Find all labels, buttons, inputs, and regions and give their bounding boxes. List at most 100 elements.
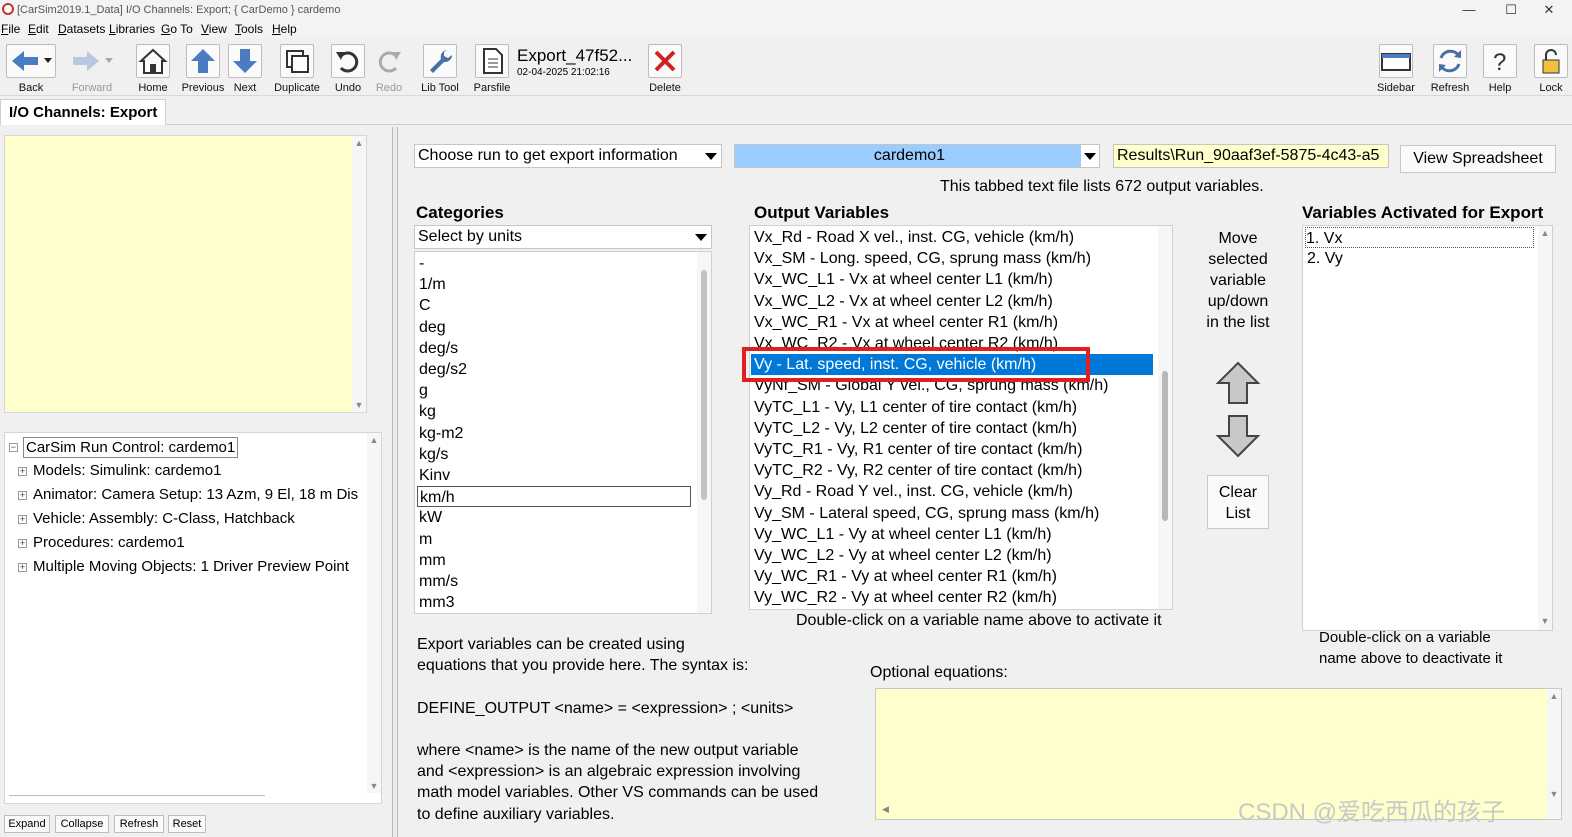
output-variable-item[interactable]: Vy_WC_L2 - Vy at wheel center L2 (km/h) <box>754 545 1052 566</box>
collapse-button[interactable]: Collapse <box>55 815 109 833</box>
notes-area[interactable]: ▲ ▼ <box>4 135 367 413</box>
scroll-up-icon[interactable]: ▲ <box>352 136 366 150</box>
category-item[interactable]: kg <box>419 401 436 422</box>
output-variable-item[interactable]: Vy_WC_R2 - Vy at wheel center R2 (km/h) <box>754 587 1057 608</box>
expand-button[interactable]: Expand <box>4 815 50 833</box>
category-item[interactable]: - <box>419 253 424 274</box>
category-item[interactable]: 1/m <box>419 274 446 295</box>
scroll-down-icon[interactable]: ▼ <box>367 779 381 793</box>
menu-goto[interactable]: Go To <box>161 22 193 36</box>
tree-hscrollbar[interactable] <box>9 795 265 801</box>
activated-scrollbar[interactable]: ▲ ▼ <box>1538 226 1552 630</box>
category-item[interactable]: deg/s <box>419 338 458 359</box>
delete-button[interactable]: Delete <box>645 42 685 94</box>
tree-item-vehicle[interactable]: Vehicle: Assembly: C-Class, Hatchback <box>33 510 295 527</box>
close-window-button[interactable]: ✕ <box>1526 0 1572 21</box>
run-dropdown-button[interactable] <box>1081 145 1099 167</box>
category-item[interactable]: mm3 <box>419 592 455 613</box>
refresh-button[interactable]: Refresh <box>1428 42 1472 94</box>
next-button[interactable]: Next <box>227 42 263 94</box>
notes-scrollbar[interactable]: ▲ ▼ <box>352 136 366 412</box>
category-item[interactable]: mm <box>419 550 446 571</box>
clear-list-button[interactable]: Clear List <box>1207 475 1269 529</box>
menu-libraries[interactable]: Libraries <box>109 22 155 36</box>
category-item[interactable]: deg <box>419 317 446 338</box>
results-path-field[interactable]: Results\Run_90aaf3ef-5875-4c43-a5 <box>1113 144 1389 168</box>
category-item[interactable]: mm/s <box>419 571 458 592</box>
output-variable-item[interactable]: Vx_WC_L2 - Vx at wheel center L2 (km/h) <box>754 291 1053 312</box>
menu-help[interactable]: Help <box>272 22 297 36</box>
scroll-thumb[interactable] <box>1162 371 1168 521</box>
output-variable-item[interactable]: Vy_SM - Lateral speed, CG, sprung mass (… <box>754 503 1099 524</box>
menu-edit[interactable]: Edit <box>28 22 49 36</box>
view-spreadsheet-button[interactable]: View Spreadsheet <box>1400 145 1556 173</box>
run-choice-dropdown[interactable]: Choose run to get export information <box>414 144 722 168</box>
equations-scrollbar[interactable]: ▲ ▼ <box>1547 689 1561 819</box>
output-variable-item[interactable]: VyTC_R2 - Vy, R2 center of tire contact … <box>754 460 1082 481</box>
category-item[interactable]: kW <box>419 507 442 528</box>
expand-icon[interactable]: + <box>18 563 27 572</box>
scroll-up-icon[interactable]: ▲ <box>367 433 381 447</box>
category-item[interactable]: C <box>419 295 431 316</box>
output-variable-item[interactable]: Vx_WC_R1 - Vx at wheel center R1 (km/h) <box>754 312 1058 333</box>
output-variable-item[interactable]: Vx_Rd - Road X vel., inst. CG, vehicle (… <box>754 227 1074 248</box>
tree-item-procedures[interactable]: Procedures: cardemo1 <box>33 534 185 551</box>
category-item[interactable]: Kinv <box>419 465 450 486</box>
scroll-down-icon[interactable]: ▼ <box>1547 787 1561 801</box>
scroll-down-icon[interactable]: ▼ <box>352 398 366 412</box>
category-item[interactable]: km/h <box>417 486 691 508</box>
output-variable-item[interactable]: VyTC_L1 - Vy, L1 center of tire contact … <box>754 397 1077 418</box>
menu-file[interactable]: File <box>1 22 20 36</box>
output-variable-item[interactable]: Vy_WC_L1 - Vy at wheel center L1 (km/h) <box>754 524 1052 545</box>
previous-button[interactable]: Previous <box>181 42 225 94</box>
sidebar-button[interactable]: Sidebar <box>1374 42 1418 94</box>
output-variable-item[interactable]: VyTC_R1 - Vy, R1 center of tire contact … <box>754 439 1082 460</box>
category-item[interactable]: m <box>419 529 432 550</box>
select-by-units-dropdown[interactable]: Select by units <box>414 225 712 249</box>
home-button[interactable]: Home <box>132 42 174 94</box>
scroll-up-icon[interactable]: ▲ <box>1547 689 1561 703</box>
categories-scrollbar[interactable] <box>697 252 711 613</box>
run-dropdown[interactable]: cardemo1 <box>734 144 1100 168</box>
parsfile-button[interactable]: Parsfile <box>472 42 512 94</box>
tree-root[interactable]: CarSim Run Control: cardemo1 <box>23 437 239 458</box>
output-variable-item[interactable]: Vy_WC_R1 - Vy at wheel center R1 (km/h) <box>754 566 1057 587</box>
move-down-arrow-icon[interactable] <box>1215 413 1261 459</box>
category-item[interactable]: deg/s2 <box>419 359 467 380</box>
libtool-button[interactable]: Lib Tool <box>418 42 462 94</box>
panel-splitter[interactable] <box>392 127 398 837</box>
menu-datasets[interactable]: Datasets <box>58 22 105 36</box>
tree-scrollbar[interactable]: ▲ ▼ <box>367 433 381 793</box>
tree-item-models[interactable]: Models: Simulink: cardemo1 <box>33 462 221 479</box>
lock-button[interactable]: Lock <box>1532 42 1570 94</box>
activated-item[interactable]: 1. Vx <box>1305 227 1534 248</box>
expand-icon[interactable]: + <box>18 539 27 548</box>
undo-button[interactable]: Undo <box>330 42 366 94</box>
category-item[interactable]: kg-m2 <box>419 423 463 444</box>
activated-item[interactable]: 2. Vy <box>1307 248 1343 269</box>
category-item[interactable]: kg/s <box>419 444 448 465</box>
help-button[interactable]: ? Help <box>1480 42 1520 94</box>
expand-icon[interactable]: + <box>18 491 27 500</box>
scroll-thumb[interactable] <box>701 270 707 500</box>
tree-item-animator[interactable]: Animator: Camera Setup: 13 Azm, 9 El, 18… <box>33 486 367 503</box>
duplicate-button[interactable]: Duplicate <box>272 42 322 94</box>
back-button[interactable]: Back <box>4 42 58 94</box>
expand-icon[interactable]: + <box>18 467 27 476</box>
scroll-up-icon[interactable]: ▲ <box>1538 226 1552 240</box>
output-variable-item[interactable]: Vx_WC_L1 - Vx at wheel center L1 (km/h) <box>754 269 1053 290</box>
collapse-root-icon[interactable]: − <box>9 443 18 452</box>
redo-button[interactable]: Redo <box>371 42 407 94</box>
category-item[interactable]: g <box>419 380 428 401</box>
forward-button[interactable]: Forward <box>64 42 120 94</box>
reset-button[interactable]: Reset <box>168 815 206 833</box>
output-variable-item[interactable]: Vx_SM - Long. speed, CG, sprung mass (km… <box>754 248 1091 269</box>
scroll-down-icon[interactable]: ▼ <box>1538 614 1552 628</box>
menu-view[interactable]: View <box>201 22 227 36</box>
tree-refresh-button[interactable]: Refresh <box>114 815 164 833</box>
move-up-arrow-icon[interactable] <box>1215 360 1261 406</box>
output-variable-item[interactable]: Vy_Rd - Road Y vel., inst. CG, vehicle (… <box>754 481 1073 502</box>
menu-tools[interactable]: Tools <box>235 22 263 36</box>
expand-icon[interactable]: + <box>18 515 27 524</box>
output-scrollbar[interactable] <box>1158 226 1172 609</box>
